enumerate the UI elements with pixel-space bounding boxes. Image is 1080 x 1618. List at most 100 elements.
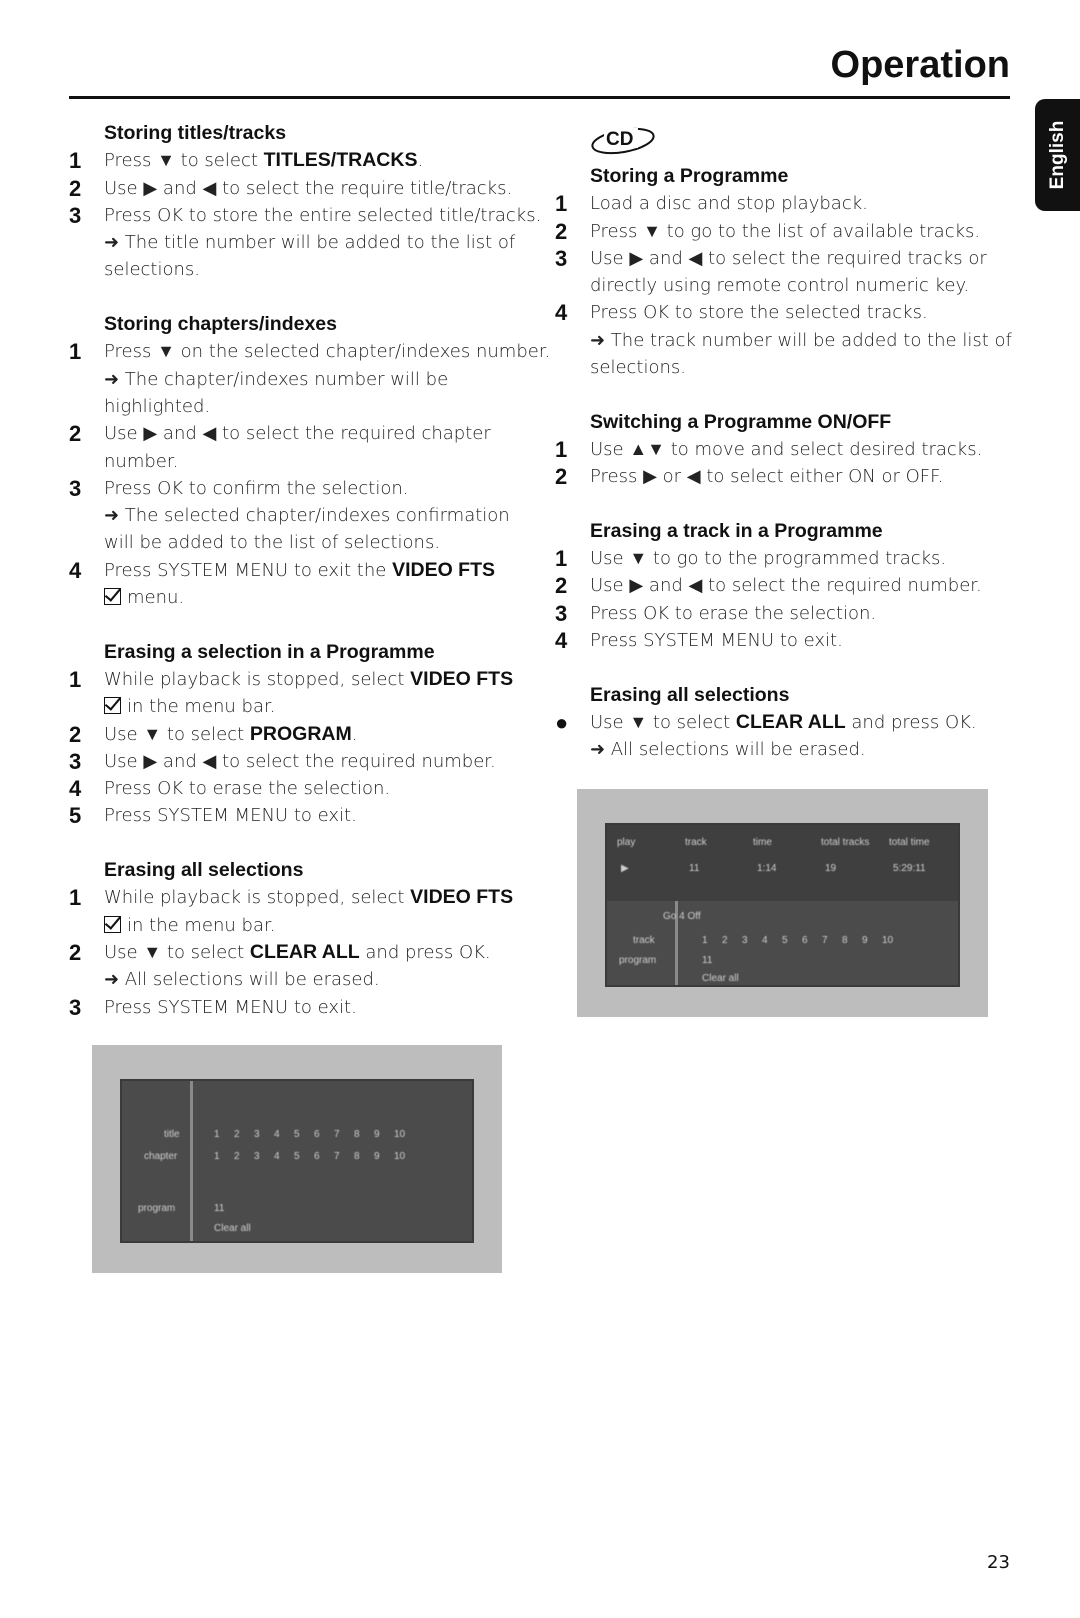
section-heading: Storing chapters/indexes — [104, 313, 337, 336]
step-number: 4 — [69, 776, 82, 802]
instruction-text: Use ▶ and ◀ to select the required track… — [590, 247, 987, 269]
instruction-text: Press SYSTEM MENU to exit the — [104, 559, 393, 581]
instruction-line: 4 Press SYSTEM MENU to exit. — [555, 627, 1015, 654]
instruction-text: Press ▼ to select — [104, 150, 264, 172]
instruction-line: 4 Press OK to store the selected tracks. — [555, 299, 1015, 326]
bold-term: VIDEO FTS — [410, 886, 514, 909]
section-heading: Storing titles/tracks — [104, 122, 287, 144]
instruction-text: ➜ The title number will be added to the … — [104, 232, 516, 254]
screen-chapter-number: 2 — [234, 1151, 240, 1162]
instruction-text: Load a disc and stop playback. — [590, 193, 868, 215]
instruction-line: selections. — [69, 256, 529, 283]
instruction-text: Use ▶ and ◀ to select the required chapt… — [104, 423, 491, 445]
instruction-line: 2 Use ▶ and ◀ to select the require title… — [69, 175, 529, 202]
instruction-text: Press ▼ to go to the list of available t… — [590, 220, 981, 242]
step-number: 1 — [555, 546, 568, 572]
instruction-text: Press OK to confirm the selection. — [104, 477, 409, 499]
left-column: Storing titles/tracks 1 Press ▼ to select … — [69, 120, 550, 1021]
screen-column-value: 5:29:11 — [893, 863, 926, 874]
screen-label-program: program — [138, 1203, 176, 1214]
step-number: 2 — [69, 175, 82, 201]
instruction-line: ➜ The track number will be added to the … — [555, 327, 1015, 354]
bold-term: PROGRAM — [249, 722, 352, 745]
screen-chapter-number: 10 — [394, 1151, 406, 1162]
screen-title-number: 10 — [394, 1129, 406, 1140]
instruction-text: ➜ All selections will be erased. — [104, 969, 380, 991]
instruction-text: Use ▶ and ◀ to select the required numbe… — [104, 750, 496, 772]
step-number: 3 — [69, 202, 82, 228]
instruction-line: 3 Press OK to confirm the selection. — [69, 475, 529, 502]
instruction-line: in the menu bar. — [69, 912, 529, 939]
instruction-text: menu. — [127, 587, 185, 609]
bullet-icon: ● — [555, 709, 569, 735]
step-number: 1 — [69, 666, 82, 692]
instruction-line: will be added to the list of selections. — [69, 529, 529, 556]
instruction-text: . — [417, 150, 424, 172]
instruction-line: number. — [69, 448, 529, 475]
screen-program-value: 11 — [214, 1203, 225, 1214]
screen-column-header: total time — [889, 837, 930, 848]
instruction-text: Press SYSTEM MENU to exit. — [104, 996, 357, 1018]
section-heading: Switching a Programme ON/OFF — [590, 410, 892, 433]
step-number: 3 — [69, 994, 82, 1020]
step-number: 3 — [555, 245, 568, 271]
screen-title-number: 3 — [254, 1129, 260, 1140]
step-number: 1 — [69, 148, 82, 174]
screen-column-header: track — [685, 837, 707, 848]
screen-clear-all: Clear all — [702, 973, 739, 984]
instruction-line: 2 Use ▼ to select CLEAR ALL and press OK. — [69, 939, 529, 966]
instruction-line: 3 Use ▶ and ◀ to select the required numb… — [69, 748, 529, 775]
instruction-text: Use ▶ and ◀ to select the require title/… — [104, 177, 513, 199]
screen-title-number: 1 — [214, 1129, 220, 1140]
instruction-text: selections. — [104, 259, 201, 281]
screen-label-title: title — [164, 1129, 180, 1140]
instruction-line: 1 Load a disc and stop playback. — [555, 190, 1015, 217]
instruction-text: directly using remote control numeric ke… — [590, 275, 970, 297]
instruction-text: number. — [104, 450, 179, 472]
screen-column-value: 1:14 — [757, 863, 777, 874]
instruction-text: Use ▼ to go to the programmed tracks. — [590, 548, 947, 570]
svg-text:CD: CD — [606, 129, 633, 150]
step-number: 3 — [555, 600, 568, 626]
instruction-text: in the menu bar. — [127, 696, 276, 718]
screen-track-number: 8 — [842, 935, 848, 946]
screen-label-track: track — [633, 935, 655, 946]
screen-track-number: 5 — [782, 935, 788, 946]
instruction-text: Press SYSTEM MENU to exit. — [104, 805, 357, 827]
instruction-line: 2 Use ▼ to select PROGRAM. — [69, 721, 529, 748]
screen-track-number: 7 — [822, 935, 828, 946]
screen-title-number: 7 — [334, 1129, 340, 1140]
screen-clear-all: Clear all — [214, 1223, 251, 1234]
instruction-line: 3 Press OK to erase the selection. — [555, 600, 1015, 627]
step-number: 2 — [69, 939, 82, 965]
step-number: 1 — [555, 436, 568, 462]
section-heading: Erasing all selections — [104, 859, 304, 882]
instruction-line: ➜ The title number will be added to the … — [69, 229, 529, 256]
instruction-line: in the menu bar. — [69, 693, 529, 720]
instruction-text: will be added to the list of selections. — [104, 532, 441, 554]
screen-track-number: 10 — [882, 935, 894, 946]
instruction-text: ➜ All selections will be erased. — [590, 739, 866, 761]
dvd-programme-screen: title chapter program 1 2 3 4 5 6 7 8 9 10 1 2 3 4 5 6 7… — [92, 1045, 502, 1273]
section-heading: Erasing a selection in a Programme — [104, 640, 435, 663]
language-tab: English — [1035, 99, 1080, 211]
screen-chapter-number: 4 — [274, 1151, 280, 1162]
instruction-line: ➜ All selections will be erased. — [555, 736, 1015, 763]
instruction-line: 5 Press SYSTEM MENU to exit. — [69, 802, 529, 829]
instruction-line: 4 Press OK to erase the selection. — [69, 775, 529, 802]
screen-track-number: 4 — [762, 935, 768, 946]
instruction-text: Use ▼ to select — [104, 723, 250, 745]
screen-chapter-number: 6 — [314, 1151, 320, 1162]
step-number: 4 — [555, 628, 568, 654]
screen-title-number: 2 — [234, 1129, 240, 1140]
screen-divider — [190, 1081, 193, 1241]
step-number: 4 — [69, 557, 82, 583]
instruction-text: Press OK to erase the selection. — [104, 778, 391, 800]
instruction-text: ➜ The chapter/indexes number will be — [104, 368, 449, 390]
screen-title-number: 6 — [314, 1129, 320, 1140]
step-number: 1 — [69, 885, 82, 911]
